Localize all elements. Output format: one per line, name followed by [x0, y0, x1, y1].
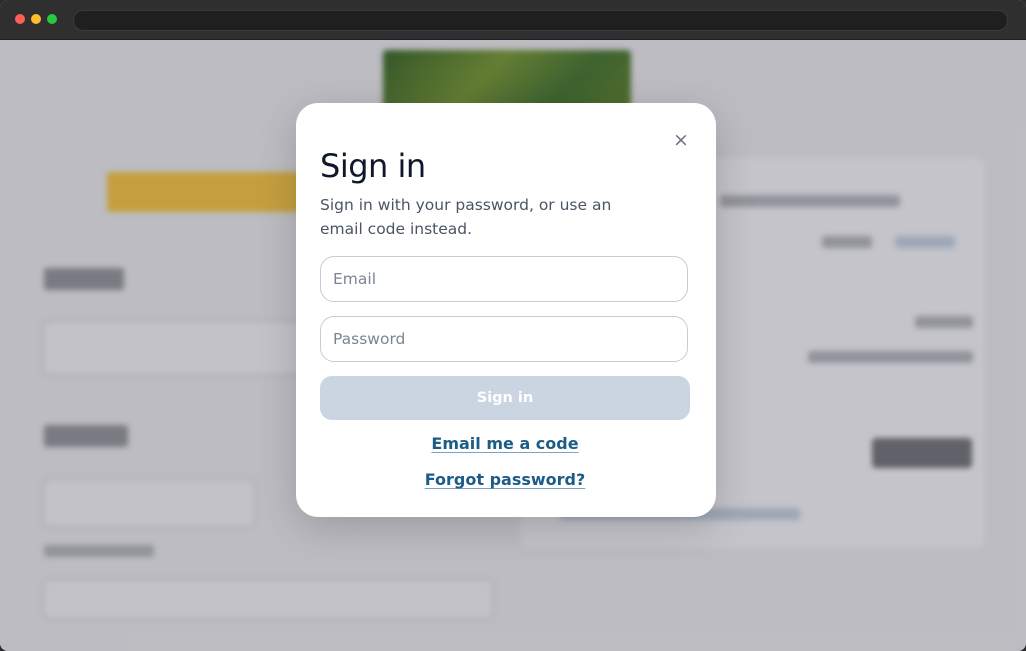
modal-title: Sign in — [320, 147, 426, 185]
modal-subtitle: Sign in with your password, or use an em… — [320, 196, 612, 238]
email-code-link[interactable]: Email me a code — [320, 434, 690, 453]
sign-in-button[interactable]: Sign in — [320, 376, 690, 420]
forgot-password-link[interactable]: Forgot password? — [320, 470, 690, 489]
minimize-window-button[interactable] — [31, 14, 41, 24]
sign-in-modal: × Sign in Sign in with your password, or… — [296, 103, 716, 517]
browser-titlebar — [0, 0, 1026, 40]
close-icon[interactable]: × — [671, 129, 691, 151]
close-window-button[interactable] — [15, 14, 25, 24]
email-field[interactable] — [320, 256, 688, 302]
password-field[interactable] — [320, 316, 688, 362]
browser-window: × Sign in Sign in with your password, or… — [0, 0, 1026, 651]
maximize-window-button[interactable] — [47, 14, 57, 24]
address-bar[interactable] — [73, 10, 1008, 31]
